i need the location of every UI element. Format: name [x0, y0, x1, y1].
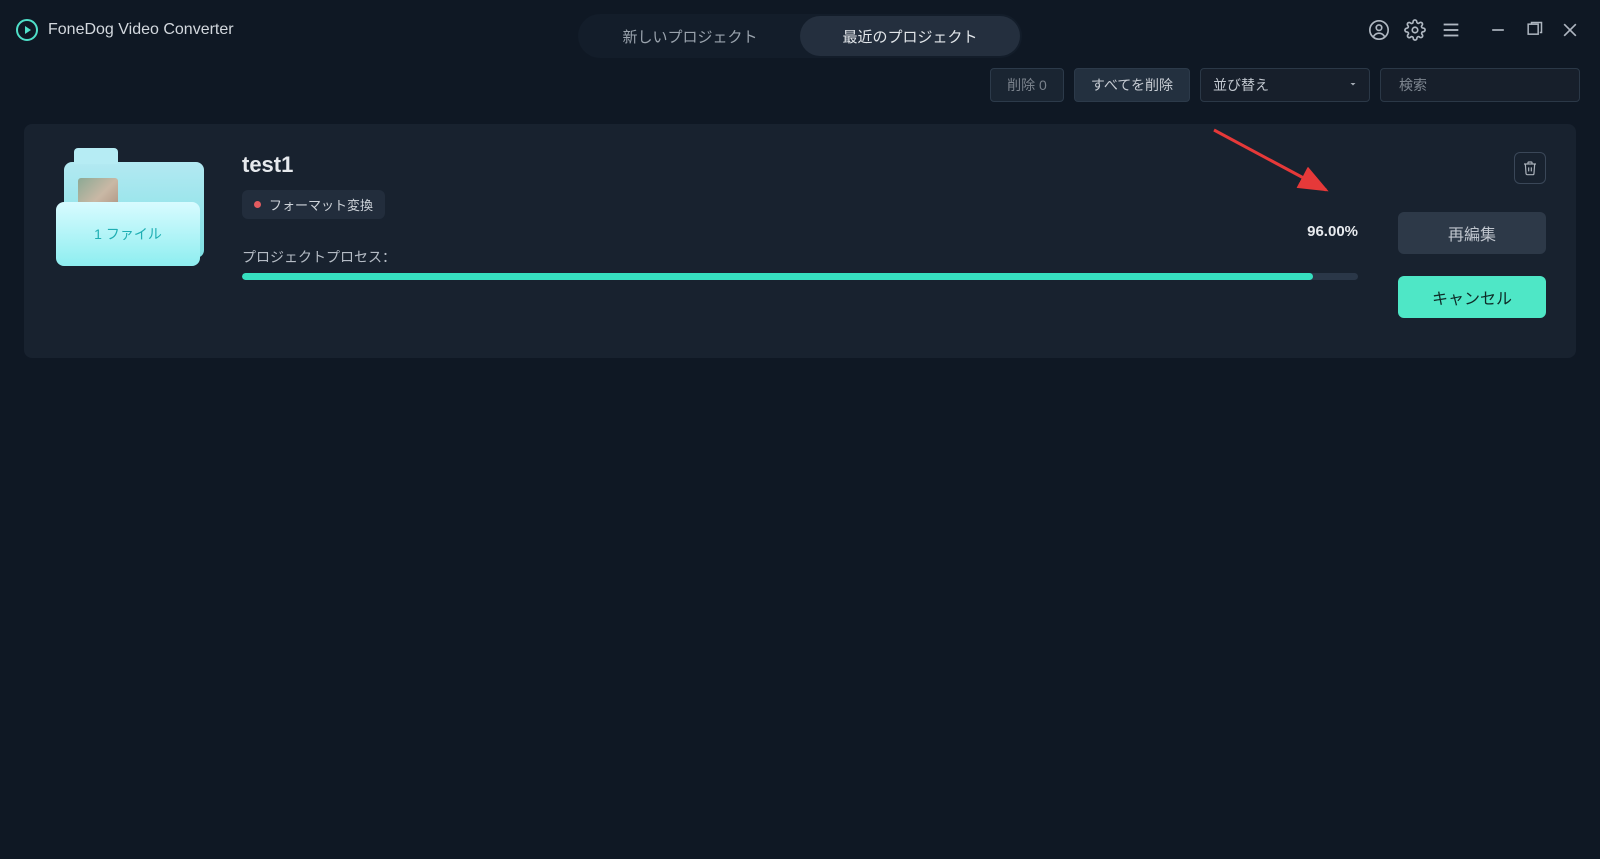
project-title: test1 — [242, 152, 1358, 178]
search-input[interactable] — [1399, 77, 1580, 93]
sort-label: 並び替え — [1213, 75, 1269, 95]
list-toolbar: 削除 0 すべてを削除 並び替え — [0, 60, 1600, 112]
delete-selected-button[interactable]: 削除 0 — [990, 68, 1064, 102]
top-tabs: 新しいプロジェクト 最近のプロジェクト — [578, 14, 1022, 58]
close-button[interactable] — [1560, 20, 1580, 40]
project-thumbnail: 1 ファイル — [64, 162, 214, 318]
progress-label: プロジェクトプロセス： — [242, 247, 1358, 267]
progress-bar — [242, 273, 1358, 280]
settings-icon[interactable] — [1404, 19, 1426, 41]
app-header: FoneDog Video Converter 新しいプロジェクト 最近のプロジ… — [0, 0, 1600, 60]
app-title: FoneDog Video Converter — [48, 21, 234, 39]
progress-fill — [242, 273, 1313, 280]
app-logo: FoneDog Video Converter — [16, 19, 234, 41]
project-main: test1 フォーマット変換 プロジェクトプロセス： 96.00% — [242, 152, 1358, 318]
reedit-button[interactable]: 再編集 — [1398, 212, 1546, 254]
cancel-button[interactable]: キャンセル — [1398, 276, 1546, 318]
chevron-down-icon — [1347, 77, 1359, 93]
play-circle-icon — [16, 19, 38, 41]
search-box[interactable] — [1380, 68, 1580, 102]
progress-percent: 96.00% — [1307, 223, 1358, 240]
tab-recent-projects[interactable]: 最近のプロジェクト — [800, 16, 1020, 56]
menu-icon[interactable] — [1440, 19, 1462, 41]
badge-label: フォーマット変換 — [269, 195, 373, 214]
window-controls — [1488, 20, 1580, 40]
project-card: 1 ファイル test1 フォーマット変換 プロジェクトプロセス： 96.00% — [24, 124, 1576, 358]
minimize-button[interactable] — [1488, 20, 1508, 40]
account-icon[interactable] — [1368, 19, 1390, 41]
content-area: 1 ファイル test1 フォーマット変換 プロジェクトプロセス： 96.00% — [0, 112, 1600, 370]
sort-select[interactable]: 並び替え — [1200, 68, 1370, 102]
project-actions: 再編集 キャンセル — [1386, 152, 1546, 318]
file-count-label: 1 ファイル — [94, 224, 162, 244]
maximize-button[interactable] — [1524, 20, 1544, 40]
header-right — [1368, 19, 1580, 41]
status-dot-icon — [254, 201, 261, 208]
project-type-badge: フォーマット変換 — [242, 190, 385, 219]
trash-icon — [1522, 160, 1538, 176]
delete-project-button[interactable] — [1514, 152, 1546, 184]
delete-all-button[interactable]: すべてを削除 — [1074, 68, 1190, 102]
tab-new-project[interactable]: 新しいプロジェクト — [580, 16, 800, 56]
